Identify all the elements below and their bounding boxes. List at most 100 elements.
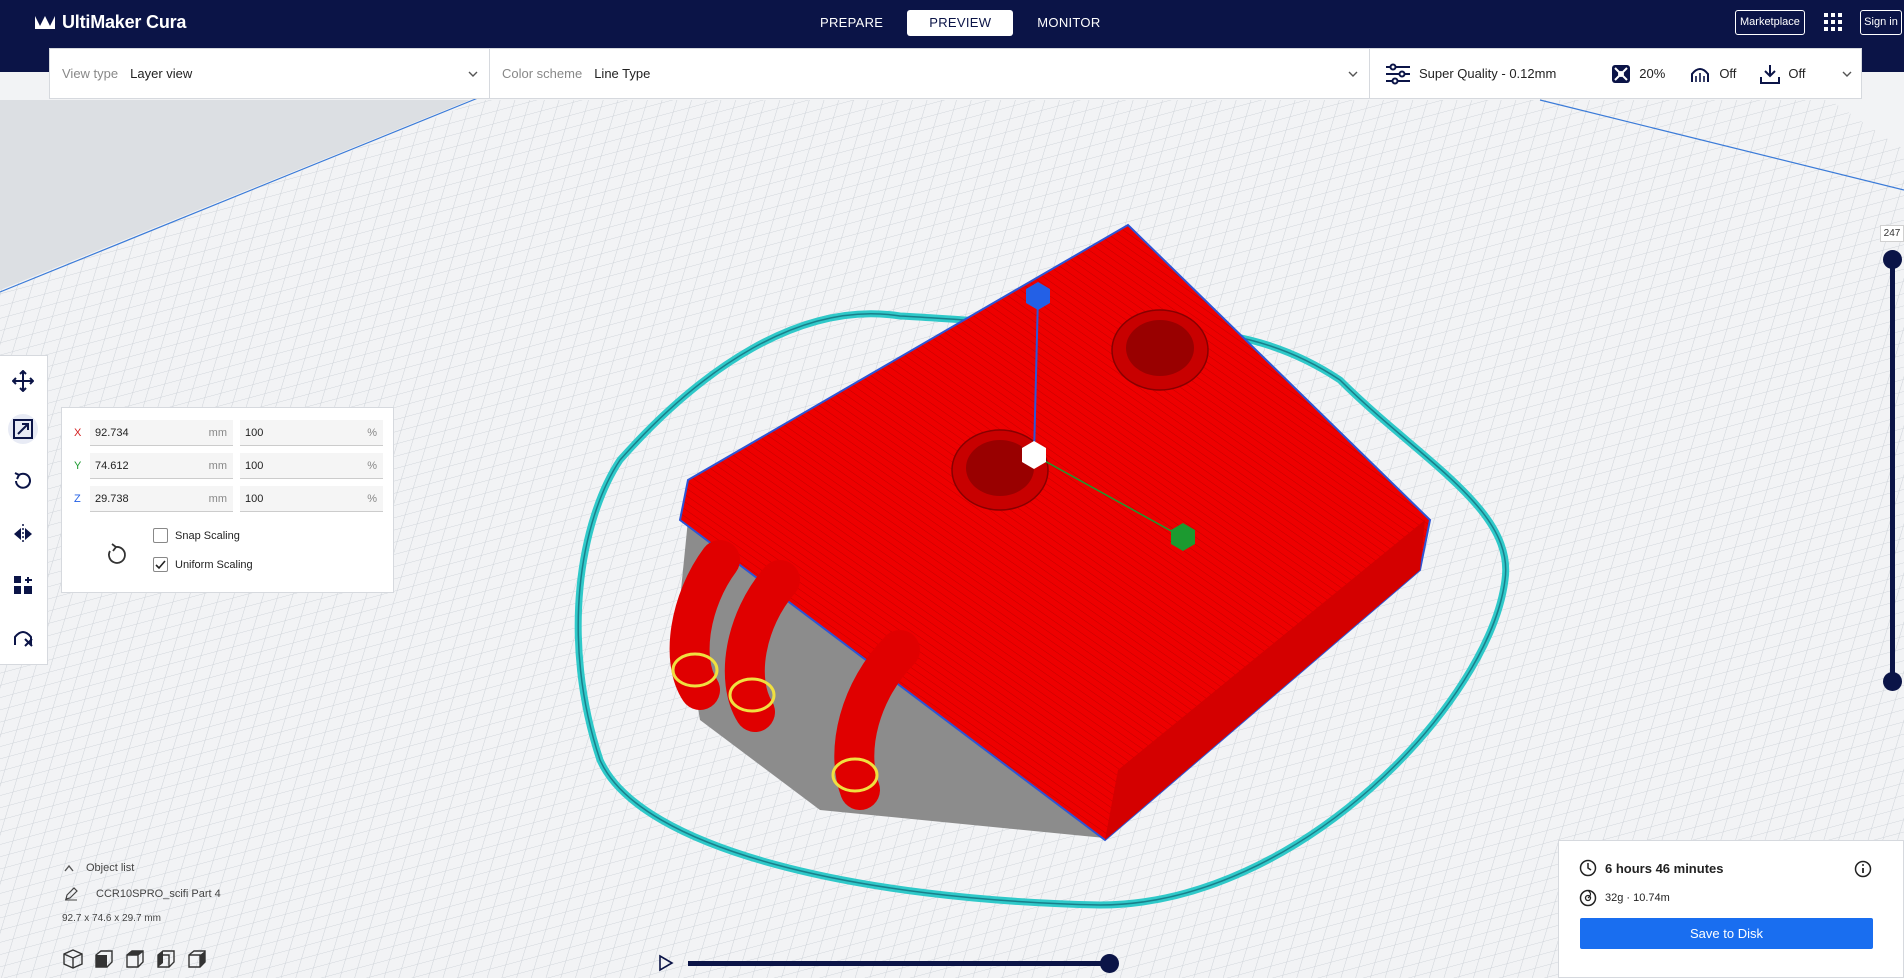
app-logo: UltiMaker Cura bbox=[34, 11, 186, 33]
layer-slider-track[interactable] bbox=[1890, 258, 1895, 682]
z-percent-value: 100 bbox=[245, 493, 264, 505]
object-dimensions: 92.7 x 74.6 x 29.7 mm bbox=[62, 913, 161, 924]
infill-value: 20% bbox=[1639, 66, 1666, 81]
app-title: UltiMaker Cura bbox=[62, 11, 187, 32]
y-size-unit: mm bbox=[208, 460, 227, 472]
checkbox-box bbox=[153, 528, 168, 543]
right-view-icon[interactable] bbox=[186, 948, 208, 970]
per-model-settings-button[interactable] bbox=[8, 570, 38, 600]
chevron-up-icon bbox=[64, 864, 74, 872]
move-tool-button[interactable] bbox=[8, 366, 38, 396]
z-percent-unit: % bbox=[367, 493, 377, 505]
camera-views bbox=[62, 948, 208, 970]
ultimaker-logo-icon bbox=[35, 16, 55, 29]
tool-bar bbox=[0, 355, 48, 665]
object-list-label: Object list bbox=[86, 862, 135, 874]
object-list: Object list CCR10SPRO_scifi Part 4 92.7 … bbox=[62, 862, 221, 924]
y-percent-unit: % bbox=[367, 460, 377, 472]
z-percent-input[interactable]: 100 % bbox=[240, 486, 383, 512]
snap-scaling-checkbox[interactable]: Snap Scaling bbox=[153, 528, 240, 543]
print-settings-selector[interactable]: Super Quality - 0.12mm 20% Off Off bbox=[1370, 49, 1861, 98]
layer-number-input[interactable]: 247 bbox=[1880, 225, 1904, 242]
x-percent-value: 100 bbox=[245, 427, 264, 439]
scale-icon bbox=[13, 419, 33, 439]
front-view-icon[interactable] bbox=[93, 948, 115, 970]
3d-view-icon[interactable] bbox=[62, 948, 84, 970]
sliders-icon bbox=[1386, 63, 1410, 84]
path-slider-track[interactable] bbox=[688, 961, 1110, 966]
spool-icon bbox=[1579, 889, 1597, 907]
x-percent-unit: % bbox=[367, 427, 377, 439]
x-percent-input[interactable]: 100 % bbox=[240, 420, 383, 446]
uniform-scaling-checkbox[interactable]: Uniform Scaling bbox=[153, 557, 253, 572]
info-icon[interactable] bbox=[1854, 860, 1872, 878]
sign-in-button[interactable]: Sign in bbox=[1860, 10, 1902, 35]
infill-setting: 20% bbox=[1611, 64, 1665, 84]
y-size-value: 74.612 bbox=[95, 460, 129, 472]
support-icon bbox=[1691, 67, 1710, 82]
per-model-settings-icon bbox=[14, 576, 32, 594]
print-time-row: 6 hours 46 minutes bbox=[1579, 859, 1723, 877]
object-name-row[interactable]: CCR10SPRO_scifi Part 4 bbox=[64, 887, 221, 901]
chevron-down-icon bbox=[1348, 71, 1358, 77]
y-size-input[interactable]: 74.612 mm bbox=[90, 453, 233, 479]
color-scheme-label: Color scheme bbox=[502, 66, 583, 81]
scale-z-row: Z 29.738 mm 100 % bbox=[74, 485, 383, 513]
chevron-down-icon bbox=[1842, 71, 1852, 77]
layer-slider-lower-handle[interactable] bbox=[1883, 672, 1902, 691]
scale-x-row: X 92.734 mm 100 % bbox=[74, 419, 383, 447]
snap-scaling-label: Snap Scaling bbox=[175, 529, 240, 542]
scale-y-row: Y 74.612 mm 100 % bbox=[74, 452, 383, 480]
view-type-dropdown[interactable]: View type Layer view bbox=[50, 49, 490, 98]
material-usage: 32g · 10.74m bbox=[1605, 892, 1670, 904]
path-slider-handle[interactable] bbox=[1100, 954, 1119, 973]
x-size-unit: mm bbox=[208, 427, 227, 439]
scale-tool-button[interactable] bbox=[8, 414, 38, 444]
z-size-input[interactable]: 29.738 mm bbox=[90, 486, 233, 512]
marketplace-button[interactable]: Marketplace bbox=[1735, 10, 1805, 35]
profile-value: Super Quality - 0.12mm bbox=[1419, 66, 1557, 81]
x-size-input[interactable]: 92.734 mm bbox=[90, 420, 233, 446]
adhesion-value: Off bbox=[1788, 66, 1806, 81]
support-setting: Off bbox=[1689, 64, 1736, 84]
save-to-disk-button[interactable]: Save to Disk bbox=[1580, 918, 1873, 949]
uniform-scaling-label: Uniform Scaling bbox=[175, 558, 253, 571]
apps-grid-icon[interactable] bbox=[1823, 12, 1843, 32]
print-info-panel: 6 hours 46 minutes 32g · 10.74m Save to … bbox=[1558, 840, 1904, 978]
mirror-tool-button[interactable] bbox=[8, 519, 38, 549]
y-percent-value: 100 bbox=[245, 460, 264, 472]
chevron-down-icon bbox=[468, 71, 478, 77]
view-settings-bar: View type Layer view Color scheme Line T… bbox=[49, 48, 1862, 99]
checkbox-box bbox=[153, 557, 168, 572]
object-name: CCR10SPRO_scifi Part 4 bbox=[96, 888, 221, 900]
profile-setting: Super Quality - 0.12mm bbox=[1385, 63, 1556, 85]
color-scheme-dropdown[interactable]: Color scheme Line Type bbox=[490, 49, 1370, 98]
view-type-label: View type bbox=[62, 66, 119, 81]
top-view-icon[interactable] bbox=[124, 948, 146, 970]
infill-icon bbox=[1612, 64, 1631, 83]
support-value: Off bbox=[1719, 66, 1737, 81]
object-list-toggle[interactable]: Object list bbox=[64, 862, 221, 874]
play-icon[interactable] bbox=[658, 954, 674, 972]
view-type-value: Layer view bbox=[130, 66, 193, 81]
tab-prepare[interactable]: PREPARE bbox=[802, 10, 901, 36]
support-blocker-button[interactable] bbox=[8, 621, 38, 651]
move-icon bbox=[12, 370, 34, 392]
layer-slider-upper-handle[interactable] bbox=[1883, 250, 1902, 269]
tab-monitor[interactable]: MONITOR bbox=[1019, 10, 1118, 36]
adhesion-icon bbox=[1760, 64, 1781, 84]
z-size-unit: mm bbox=[208, 493, 227, 505]
print-time: 6 hours 46 minutes bbox=[1605, 860, 1724, 876]
reset-scale-icon[interactable] bbox=[102, 541, 130, 569]
x-axis-label: X bbox=[74, 427, 82, 439]
left-view-icon[interactable] bbox=[155, 948, 177, 970]
pencil-icon bbox=[65, 887, 78, 901]
stage-tabs: PREPARE PREVIEW MONITOR bbox=[802, 10, 1119, 36]
adhesion-setting: Off bbox=[1760, 64, 1806, 84]
rotate-tool-button[interactable] bbox=[8, 466, 38, 496]
tab-preview[interactable]: PREVIEW bbox=[907, 10, 1014, 36]
y-axis-label: Y bbox=[74, 460, 82, 472]
z-size-value: 29.738 bbox=[95, 493, 129, 505]
y-percent-input[interactable]: 100 % bbox=[240, 453, 383, 479]
color-scheme-value: Line Type bbox=[594, 66, 651, 81]
